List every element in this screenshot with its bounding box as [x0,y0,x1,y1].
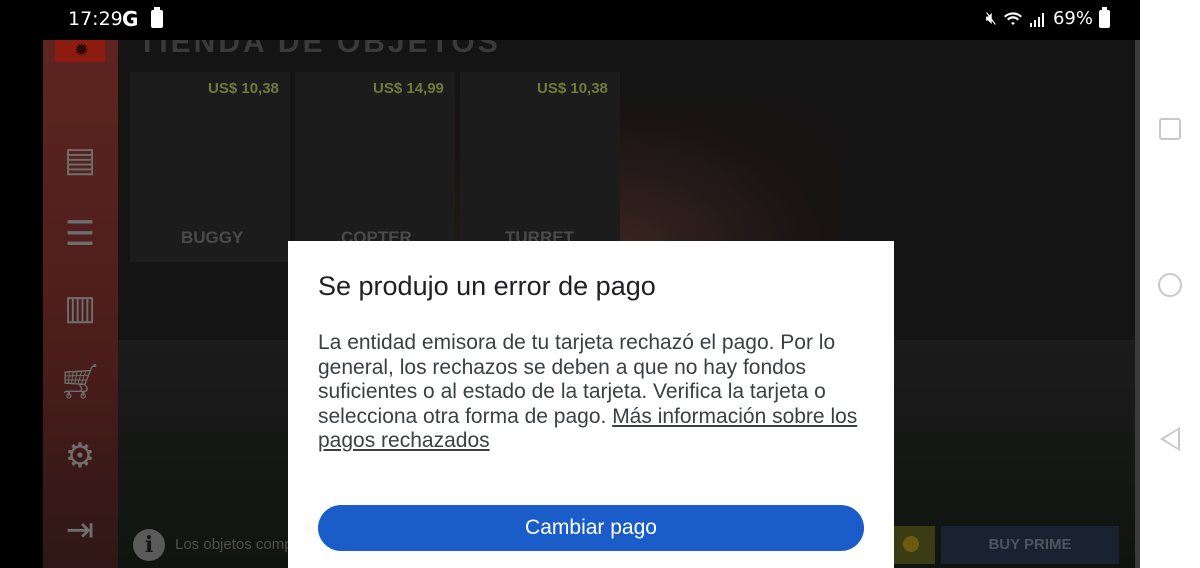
buy-prime-button[interactable]: BUY PRIME [941,526,1119,564]
wifi-icon [1003,11,1022,25]
dialog-body: La entidad emisora de tu tarjeta rechazó… [318,331,858,454]
mute-icon: 🔇︎ [985,8,997,29]
exit-icon[interactable]: ⇥ [58,510,102,550]
recents-icon[interactable] [1159,118,1181,140]
status-bar: 17:29 G 🔇︎ 69% [0,0,1140,40]
game-sidebar: ✹ ▤ ☰ ▥ 🛒︎ ⚙ ⇥ [43,40,118,568]
item-price: US$ 10,38 [208,80,279,97]
stats-icon[interactable]: ▥ [58,288,102,328]
battery-percent: 69% [1052,8,1093,29]
list-icon[interactable]: ☰ [58,214,102,254]
back-icon[interactable] [1160,427,1180,451]
shop-title: TIENDA DE OBJETOS [138,40,501,59]
change-payment-button[interactable]: Cambiar pago [318,505,864,551]
dialog-title: Se produjo un error de pago [318,271,656,301]
footer-note: Los objetos compr [175,536,298,553]
info-icon[interactable]: i [133,529,165,561]
home-icon[interactable] [1158,273,1182,297]
coin-button[interactable] [893,526,935,564]
coin-icon [903,536,919,552]
payment-error-dialog: Se produjo un error de pago La entidad e… [288,241,894,568]
signal-icon [1029,12,1044,27]
item-price: US$ 10,38 [537,80,608,97]
status-time: 17:29 [68,8,123,30]
navigation-bar [1140,0,1200,568]
cart-icon[interactable]: 🛒︎ [58,362,102,402]
google-icon: G [122,7,139,31]
news-icon[interactable]: ▤ [58,140,102,180]
item-name: BUGGY [181,228,244,247]
battery-saver-icon [151,7,163,28]
status-indicators: 🔇︎ 69% [985,6,1110,29]
game-logo: ✹ [55,40,105,62]
battery-icon [1099,6,1110,28]
item-price: US$ 14,99 [373,80,444,97]
settings-icon[interactable]: ⚙ [58,436,102,476]
